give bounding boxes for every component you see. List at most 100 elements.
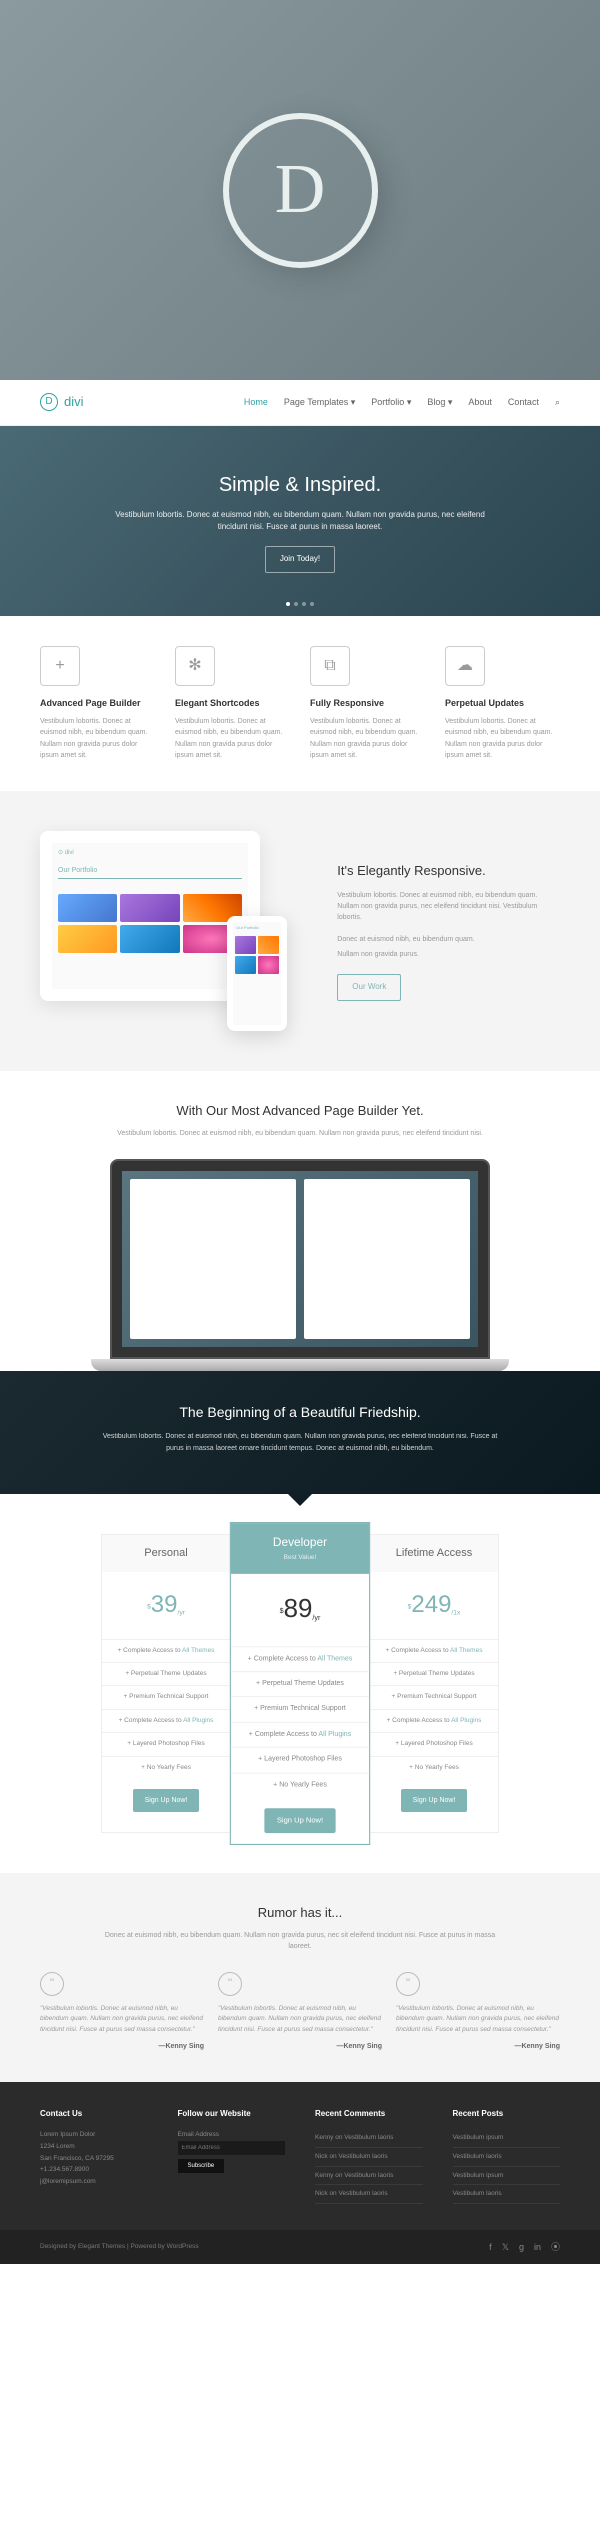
- testimonials-row: " "Vestibulum lobortis. Donec at euismod …: [40, 1972, 560, 2052]
- hero-text: Vestibulum lobortis. Donec at euismod ni…: [100, 509, 500, 535]
- search-icon[interactable]: ⌕: [555, 395, 560, 409]
- twitter-icon[interactable]: 𝕏: [502, 2240, 509, 2254]
- price-feature: + Complete Access to All Plugins: [102, 1709, 230, 1732]
- testimonial-card: ""Vestibulum lobortis. Donec at euismod …: [396, 1972, 560, 2052]
- price-card: Lifetime Access$249/1x+ Complete Access …: [369, 1534, 499, 1833]
- price-feature: + Complete Access to All Themes: [102, 1639, 230, 1662]
- signup-button[interactable]: Sign Up Now!: [264, 1808, 336, 1833]
- comment-link[interactable]: Kenny on Vestibulum laoris: [315, 2167, 423, 2186]
- testimonial-quote: "Vestibulum lobortis. Donec at euismod n…: [40, 2004, 204, 2035]
- testimonial-card: " "Vestibulum lobortis. Donec at euismod …: [40, 1972, 204, 2052]
- testimonial-quote: "Vestibulum lobortis. Donec at euismod n…: [396, 2004, 560, 2035]
- price-feature: + Perpetual Theme Updates: [370, 1662, 498, 1685]
- responsive-desc: Vestibulum lobortis. Donec at euismod ni…: [337, 890, 560, 924]
- dot-3[interactable]: [302, 602, 306, 606]
- feature-title: Perpetual Updates: [445, 696, 560, 710]
- footer-credits: Designed by Elegant Themes | Powered by …: [40, 2242, 199, 2252]
- join-button[interactable]: Join Today!: [265, 546, 335, 573]
- price-card: DeveloperBest Value!$89/yr+ Complete Acc…: [230, 1522, 370, 1845]
- device-mockups: ⊙ divi Our Portfolio Our Portfolio: [40, 831, 307, 1031]
- testimonial-author: —Kenny Sing: [40, 2041, 204, 2052]
- feature-card: + Advanced Page Builder Vestibulum loborti…: [40, 646, 155, 761]
- footer-comments: Recent Comments Kenny on Vestibulum laor…: [315, 2108, 423, 2204]
- price-amount: $89/yr: [231, 1574, 369, 1646]
- friendship-text: Vestibulum lobortis. Donec at euismod ni…: [100, 1431, 500, 1453]
- responsive-section: ⊙ divi Our Portfolio Our Portfolio: [0, 791, 600, 1071]
- nav-portfolio[interactable]: Portfolio ▾: [371, 395, 411, 409]
- feature-text: Vestibulum lobortis. Donec at euismod ni…: [445, 716, 560, 761]
- dot-2[interactable]: [294, 602, 298, 606]
- feature-card: ☁Perpetual UpdatesVestibulum lobortis. D…: [445, 646, 560, 761]
- logo-d-icon: D: [275, 134, 326, 246]
- dot-1[interactable]: [286, 602, 290, 606]
- comment-link[interactable]: Nick on Vestibulum laoris: [315, 2185, 423, 2204]
- post-link[interactable]: Vestibulum ipsum: [453, 2129, 561, 2148]
- comment-link[interactable]: Nick on Vestibulum laoris: [315, 2148, 423, 2167]
- footer: Contact Us Lorem Ipsum Dolor 1234 Lorem …: [0, 2082, 600, 2230]
- dot-4[interactable]: [310, 602, 314, 606]
- post-link[interactable]: Vestibulum laoris: [453, 2148, 561, 2167]
- quote-icon: ": [40, 1972, 64, 1996]
- phone-mockup: Our Portfolio: [227, 916, 287, 1031]
- nav-blog[interactable]: Blog ▾: [427, 395, 452, 409]
- price-card: Personal$39/yr+ Complete Access to All T…: [101, 1534, 231, 1833]
- arrow-down-icon: [286, 1492, 314, 1506]
- linkedin-icon[interactable]: in: [534, 2240, 541, 2254]
- rss-icon[interactable]: ⦿: [551, 2240, 560, 2254]
- feature-icon: ✻: [175, 646, 215, 686]
- footer-posts: Recent Posts Vestibulum ipsumVestibulum …: [453, 2108, 561, 2204]
- brand-name: divi: [64, 392, 84, 413]
- features-row: + Advanced Page Builder Vestibulum loborti…: [0, 616, 600, 791]
- signup-button[interactable]: Sign Up Now!: [401, 1789, 468, 1812]
- testimonial-author: —Kenny Sing: [396, 2041, 560, 2052]
- signup-button[interactable]: Sign Up Now!: [133, 1789, 200, 1812]
- price-feature: + Premium Technical Support: [231, 1696, 369, 1721]
- price-feature: + Perpetual Theme Updates: [102, 1662, 230, 1685]
- nav-logo-icon: D: [40, 393, 58, 411]
- testimonial-author: —Kenny Sing: [218, 2041, 382, 2052]
- laptop-mockup: [110, 1159, 490, 1371]
- post-link[interactable]: Vestibulum laoris: [453, 2185, 561, 2204]
- feature-icon: +: [40, 646, 80, 686]
- feature-title: Advanced Page Builder: [40, 696, 155, 710]
- email-input[interactable]: [178, 2141, 286, 2155]
- footer-contact: Contact Us Lorem Ipsum Dolor 1234 Lorem …: [40, 2108, 148, 2204]
- price-feature: + Premium Technical Support: [370, 1685, 498, 1708]
- nav-home[interactable]: Home: [244, 395, 268, 409]
- price-feature: + Complete Access to All Plugins: [370, 1709, 498, 1732]
- nav-templates[interactable]: Page Templates ▾: [284, 395, 355, 409]
- nav-menu: Home Page Templates ▾ Portfolio ▾ Blog ▾…: [244, 395, 560, 409]
- price-title: Developer: [242, 1534, 359, 1553]
- facebook-icon[interactable]: f: [489, 2240, 492, 2254]
- price-title: Lifetime Access: [380, 1545, 488, 1563]
- feature-card: ✻Elegant ShortcodesVestibulum lobortis. …: [175, 646, 290, 761]
- google-icon[interactable]: g: [519, 2240, 524, 2254]
- slider-dots: [286, 602, 314, 606]
- price-feature: + No Yearly Fees: [102, 1756, 230, 1779]
- nav-about[interactable]: About: [468, 395, 492, 409]
- hero-title: Simple & Inspired.: [219, 469, 381, 501]
- post-link[interactable]: Vestibulum ipsum: [453, 2167, 561, 2186]
- our-work-button[interactable]: Our Work: [337, 974, 401, 1001]
- feature-text: Vestibulum lobortis. Donec at euismod ni…: [175, 716, 290, 761]
- price-feature: + Premium Technical Support: [102, 1685, 230, 1708]
- feature-text: Vestibulum lobortis. Donec at euismod ni…: [40, 716, 155, 761]
- price-title: Personal: [112, 1545, 220, 1563]
- price-feature: + Perpetual Theme Updates: [231, 1671, 369, 1696]
- main-nav: D divi Home Page Templates ▾ Portfolio ▾…: [0, 380, 600, 426]
- feature-icon: ⧉: [310, 646, 350, 686]
- friendship-title: The Beginning of a Beautiful Friedship.: [60, 1401, 540, 1423]
- price-feature: + Layered Photoshop Files: [231, 1747, 369, 1772]
- testimonials-title: Rumor has it...: [40, 1903, 560, 1924]
- nav-contact[interactable]: Contact: [508, 395, 539, 409]
- footer-follow: Follow our Website Email Address Subscri…: [178, 2108, 286, 2204]
- comment-link[interactable]: Kenny on Vestibulum laoris: [315, 2129, 423, 2148]
- footer-bottom: Designed by Elegant Themes | Powered by …: [0, 2230, 600, 2264]
- responsive-text: It's Elegantly Responsive. Vestibulum lo…: [337, 861, 560, 1001]
- friendship-section: The Beginning of a Beautiful Friedship. …: [0, 1371, 600, 1494]
- price-feature: + Complete Access to All Themes: [370, 1639, 498, 1662]
- nav-logo[interactable]: D divi: [40, 392, 84, 413]
- feature-text: Vestibulum lobortis. Donec at euismod ni…: [310, 716, 425, 761]
- subscribe-button[interactable]: Subscribe: [178, 2159, 225, 2173]
- social-icons: f 𝕏 g in ⦿: [489, 2240, 560, 2254]
